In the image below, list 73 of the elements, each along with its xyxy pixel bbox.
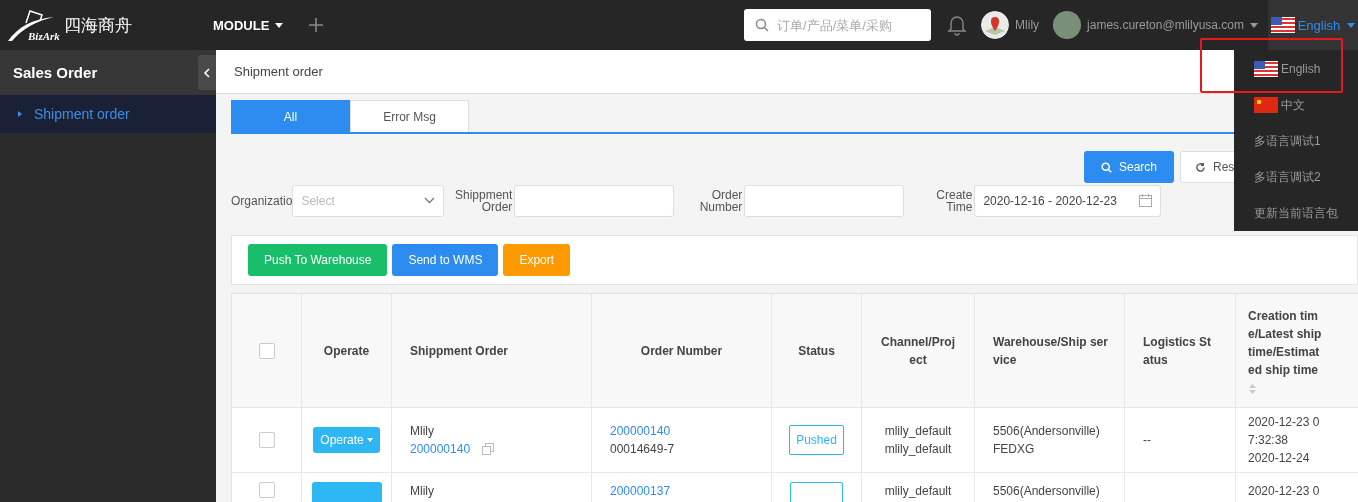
store-avatar-icon[interactable] [981, 11, 1010, 39]
table-cell-text: 5506(Andersonville) [993, 423, 1100, 440]
store-name[interactable]: Mlily [1015, 18, 1040, 32]
refresh-icon [1195, 161, 1206, 173]
language-option[interactable]: 更新当前语言包 [1234, 195, 1358, 231]
checkbox[interactable] [258, 482, 275, 498]
logo-text: BizArk [28, 30, 60, 42]
sidebar-item[interactable]: Shipment order [0, 95, 216, 133]
user-menu[interactable]: james.cureton@mlilyusa.com [1087, 18, 1258, 32]
copy-icon[interactable] [482, 443, 495, 455]
action-button[interactable]: Push To Warehouse [248, 244, 388, 276]
search-icon [1101, 161, 1112, 173]
triangle-icon [18, 111, 22, 117]
table-cell-text: mlily_default [884, 483, 952, 500]
language-option[interactable]: English [1234, 51, 1358, 87]
action-button[interactable]: Send to WMS [392, 244, 499, 276]
input-field[interactable] [514, 184, 675, 217]
column-header: Shippment Order [410, 342, 508, 360]
column-header: Order Number [640, 342, 723, 360]
tab[interactable]: Error Msg [350, 100, 469, 132]
flag-icon [1270, 17, 1295, 33]
table-cell-text: 5506(Andersonville) [993, 483, 1100, 500]
user-avatar[interactable] [1053, 11, 1082, 39]
language-menu-button[interactable]: English [1268, 0, 1358, 50]
table-cell-text: Mlily [410, 483, 434, 500]
column-header: Channel/Project [880, 333, 956, 369]
flag-icon [1254, 61, 1278, 77]
table-cell-text: 00014649-7 [610, 441, 675, 458]
status-tag: Pushed [789, 425, 844, 455]
filter-label: Order Number [698, 188, 743, 213]
date-range-field[interactable]: 2020-12-16 - 2020-12-23 [974, 184, 1162, 217]
chevron-left-icon [203, 67, 211, 78]
plus-icon[interactable] [309, 18, 324, 32]
table-cell-text: mlily_default [884, 441, 952, 458]
column-header: Operate [323, 342, 370, 360]
order-link[interactable]: 200000137 [610, 482, 671, 500]
calendar-icon [1139, 194, 1153, 207]
order-link[interactable]: 200000140 [610, 422, 671, 440]
column-header: Creation time/Latest ship time/Estimated ship time [1248, 307, 1323, 379]
sidebar-title: Sales Order [0, 50, 216, 95]
column-header: Status [798, 342, 835, 360]
table-cell-text: -- [1143, 432, 1151, 449]
caret-icon [366, 438, 373, 442]
checkbox[interactable] [258, 432, 275, 448]
checkbox[interactable] [258, 342, 275, 359]
table-cell-text: 2020-12-24 [1248, 450, 1311, 467]
filter-label: Create Time [935, 188, 973, 213]
search-button[interactable]: Search [1084, 151, 1174, 183]
caret-icon [275, 22, 284, 28]
module-menu[interactable]: MODULE [213, 17, 284, 33]
collapse-button[interactable] [198, 55, 216, 90]
table-cell-text: FEDXG [993, 441, 1035, 458]
caret-icon [1250, 22, 1258, 28]
table-cell-text: 2020-12-23 07:32:38 [1248, 414, 1321, 449]
filter-label: Organizatio [231, 194, 293, 207]
column-header: Logistics Status [1143, 333, 1212, 369]
operate-button[interactable] [311, 482, 382, 502]
table-cell-text: mlily_default [884, 423, 952, 440]
bell-icon[interactable] [947, 14, 968, 36]
sort-icon[interactable] [1248, 382, 1257, 395]
table-cell-text: 2020-12-23 0 [1248, 483, 1321, 500]
shipment-link[interactable]: 200000140 [410, 440, 471, 458]
search-icon [755, 18, 770, 32]
table-cell-text: Mlily [410, 423, 434, 440]
chevron-down-icon [424, 197, 436, 204]
flag-icon [1254, 97, 1278, 113]
caret-icon [1347, 22, 1356, 28]
input-field[interactable] [744, 184, 905, 217]
filter-label: Shippment Order [454, 188, 513, 213]
brand-name: 四海商舟 [63, 15, 132, 37]
column-header: Warehouse/Ship service [993, 333, 1109, 369]
search-field[interactable]: 订单/产品/菜单/采购 [744, 9, 932, 41]
tab[interactable]: All [231, 100, 350, 132]
